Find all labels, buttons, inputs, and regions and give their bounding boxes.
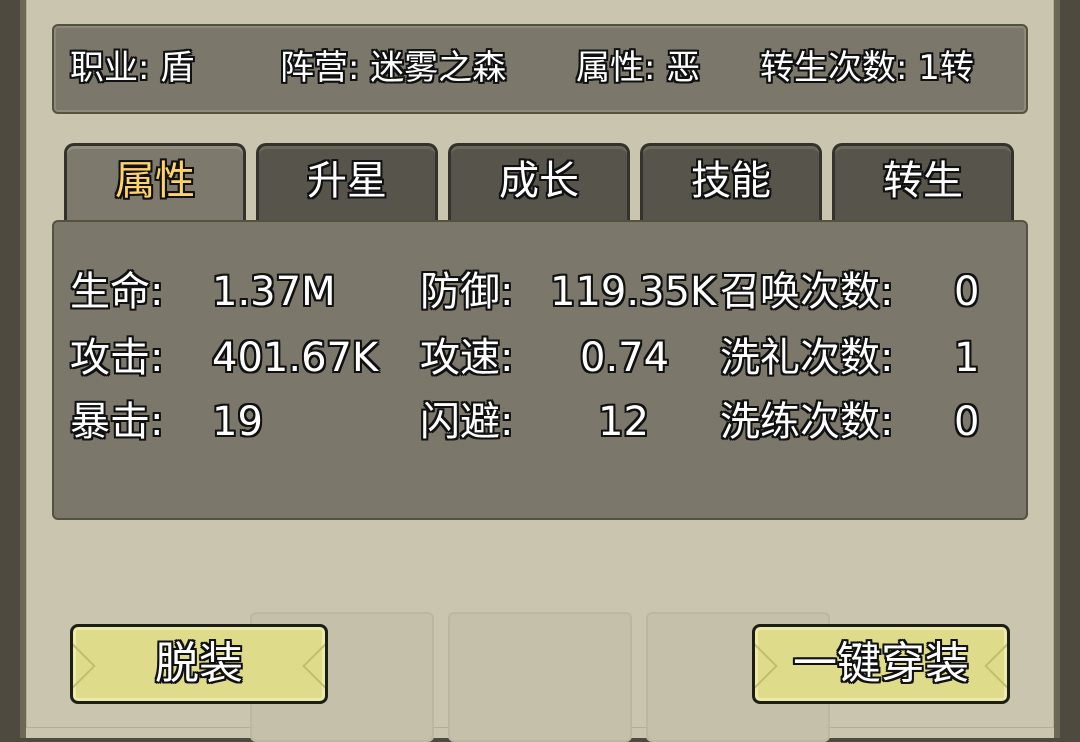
tab-label: 转生: [883, 158, 963, 204]
baptism-count-value: 1: [954, 335, 980, 381]
tab-rebirth[interactable]: 转生: [832, 143, 1014, 223]
hp-value: 1.37M: [212, 269, 336, 315]
bg-card: [448, 612, 632, 742]
decor-chevron: [302, 636, 325, 696]
attribute-text: 属性: 恶: [576, 48, 701, 88]
crit-label: 暴击:: [70, 399, 164, 445]
baptism-count-label: 洗礼次数:: [720, 335, 894, 381]
tab-label: 属性: [115, 158, 195, 204]
defense-value: 119.35K: [550, 269, 717, 315]
defense-label: 防御:: [420, 269, 514, 315]
refine-count-label: 洗练次数:: [720, 399, 894, 445]
summon-count-label: 召唤次数:: [720, 269, 894, 315]
decor-chevron: [73, 636, 96, 696]
crit-value: 19: [212, 399, 263, 445]
job-text: 职业: 盾: [70, 48, 195, 88]
camp-text: 阵营: 迷雾之森: [280, 48, 507, 88]
dodge-label: 闪避:: [420, 399, 514, 445]
summon-count-value: 0: [954, 269, 980, 315]
decor-chevron: [755, 636, 778, 696]
refine-count-value: 0: [954, 399, 980, 445]
tab-star-up[interactable]: 升星: [256, 143, 438, 223]
tab-label: 技能: [691, 158, 771, 204]
stats-panel: 生命: 1.37M 防御: 119.35K 召唤次数: 0 攻击: 401.67…: [52, 220, 1028, 520]
attack-speed-label: 攻速:: [420, 335, 514, 381]
unequip-button[interactable]: 脱装: [70, 624, 328, 704]
decor-chevron: [984, 636, 1007, 696]
attack-value: 401.67K: [212, 335, 379, 381]
tab-growth[interactable]: 成长: [448, 143, 630, 223]
equip-all-button[interactable]: 一键穿装: [752, 624, 1010, 704]
tab-attributes[interactable]: 属性: [64, 143, 246, 223]
tab-label: 成长: [499, 158, 579, 204]
tab-skills[interactable]: 技能: [640, 143, 822, 223]
unequip-label: 脱装: [155, 638, 243, 689]
dodge-value: 12: [598, 399, 649, 445]
tab-label: 升星: [307, 158, 387, 204]
equip-all-label: 一键穿装: [793, 638, 969, 689]
hp-label: 生命:: [70, 269, 164, 315]
hero-info-bar: 职业: 盾 阵营: 迷雾之森 属性: 恶 转生次数: 1转: [52, 24, 1028, 114]
rebirth-count-text: 转生次数: 1转: [760, 48, 974, 88]
attack-label: 攻击:: [70, 335, 164, 381]
attack-speed-value: 0.74: [580, 335, 670, 381]
